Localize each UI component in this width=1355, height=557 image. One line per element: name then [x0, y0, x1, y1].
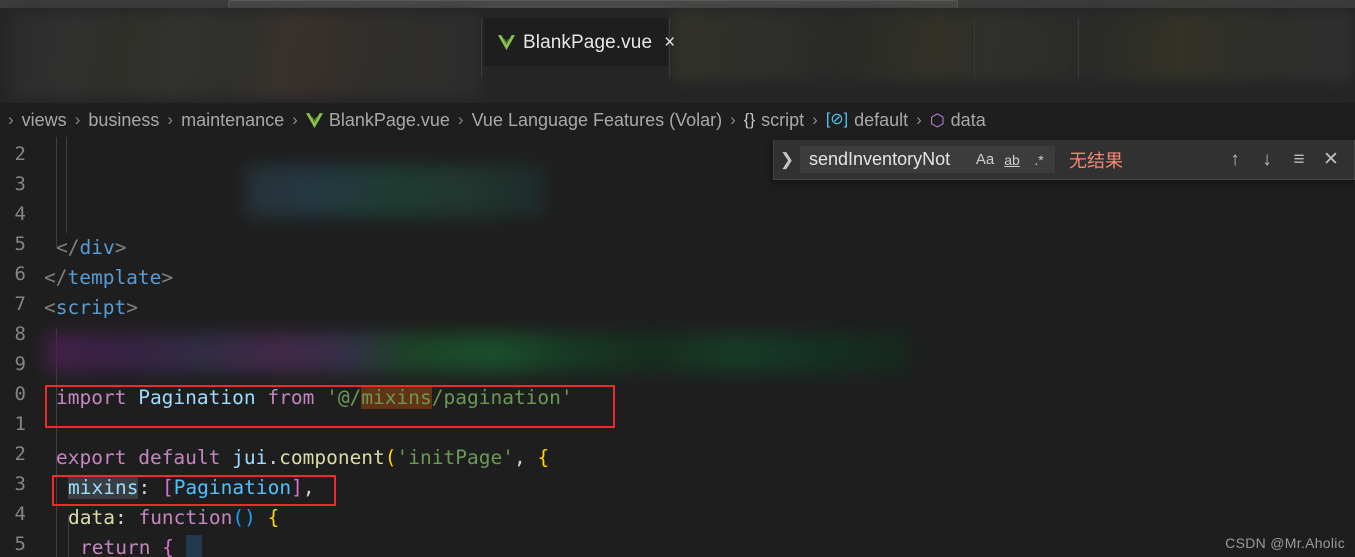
cursor-selection: [186, 535, 202, 557]
tab-divider: [1078, 18, 1079, 78]
search-match-highlight: mixins: [361, 386, 432, 409]
breadcrumb-separator: ›: [292, 110, 298, 129]
tab-divider: [974, 18, 975, 78]
breadcrumb-separator: ›: [812, 110, 818, 129]
breadcrumb-label: maintenance: [181, 109, 285, 130]
code-line-export: export default jui.component('initPage',…: [56, 446, 550, 469]
breadcrumb-item-script[interactable]: {} script: [744, 110, 804, 131]
regex-icon[interactable]: .*: [1028, 149, 1050, 171]
line-number: 2: [14, 443, 26, 465]
breadcrumb-separator: ›: [8, 110, 14, 129]
code-token-div-close: div: [79, 236, 115, 259]
code-editor[interactable]: 2 3 4 5 6 7 8 9 0 1 2 3 4 5 </div> </tem…: [0, 137, 1355, 557]
tab-divider: [481, 18, 482, 78]
line-number: 2: [14, 143, 26, 165]
line-number: 6: [14, 263, 26, 285]
breadcrumb-label: BlankPage.vue: [328, 109, 450, 130]
blurred-inactive-tabs-left[interactable]: [10, 11, 480, 98]
line-number: 5: [14, 533, 26, 555]
code-line-import: import Pagination from '@/mixins/paginat…: [56, 386, 573, 409]
breadcrumb-item-business[interactable]: business: [88, 110, 159, 131]
find-widget[interactable]: ❯ Aa ab .* 无结果 ↑ ↓ ≡ ✕: [773, 140, 1355, 180]
window-title-box: [228, 0, 958, 8]
breadcrumb-item-maintenance[interactable]: maintenance: [181, 110, 284, 131]
breadcrumb-label: default: [854, 109, 909, 130]
symbol-object-icon: [⊘]: [825, 111, 849, 128]
breadcrumb-separator: ›: [167, 110, 174, 129]
tab-blankpage-vue[interactable]: BlankPage.vue ×: [484, 18, 675, 66]
braces-icon: {}: [743, 110, 756, 129]
line-number: 9: [14, 353, 26, 375]
code-line-mixins: mixins: [Pagination],: [68, 476, 315, 499]
breadcrumb-item-volar[interactable]: Vue Language Features (Volar): [472, 110, 723, 131]
selected-token-mixins: mixins: [68, 476, 139, 499]
close-find-widget-icon[interactable]: ✕: [1318, 147, 1344, 173]
line-number: 3: [14, 173, 26, 195]
vue-logo-icon: [305, 112, 323, 128]
blurred-code-line: [246, 165, 546, 217]
toggle-replace-chevron-right-icon[interactable]: ❯: [774, 140, 800, 179]
match-case-icon[interactable]: Aa: [974, 149, 996, 171]
breadcrumb-label: script: [761, 109, 805, 130]
breadcrumb-separator: ›: [74, 110, 81, 129]
line-number: 1: [14, 413, 26, 435]
breadcrumb-label: data: [950, 109, 986, 130]
breadcrumb-separator: ›: [457, 110, 464, 129]
tab-label: BlankPage.vue: [523, 31, 653, 53]
line-number: 8: [14, 323, 26, 345]
breadcrumb: › views › business › maintenance › Blank…: [0, 103, 1355, 137]
breadcrumb-separator: ›: [730, 110, 736, 129]
vscode-window: BlankPage.vue × › views › business › mai…: [0, 0, 1355, 557]
breadcrumb-label: business: [88, 109, 160, 130]
find-in-selection-icon[interactable]: ≡: [1286, 147, 1312, 173]
editor-gutter: 2 3 4 5 6 7 8 9 0 1 2 3 4 5: [0, 137, 44, 557]
code-line-return: return {: [80, 536, 174, 557]
line-number: 5: [14, 233, 26, 255]
find-input-wrapper[interactable]: Aa ab .*: [800, 146, 1055, 173]
find-previous-icon[interactable]: ↑: [1222, 147, 1248, 173]
vue-logo-icon: [498, 35, 515, 50]
line-number: 4: [14, 503, 26, 525]
find-actions: ↑ ↓ ≡ ✕: [1222, 147, 1354, 173]
whole-word-icon[interactable]: ab: [1001, 149, 1023, 171]
breadcrumb-item-views[interactable]: views: [22, 110, 67, 131]
watermark: CSDN @Mr.Aholic: [1225, 535, 1345, 551]
blurred-code-line: [46, 333, 911, 373]
indent-guide: [66, 137, 67, 233]
search-input[interactable]: [809, 149, 969, 170]
breadcrumb-item-blankpage-vue[interactable]: BlankPage.vue: [305, 109, 450, 131]
window-title-strip: [0, 0, 1355, 8]
line-number: 4: [14, 203, 26, 225]
close-icon[interactable]: ×: [664, 33, 675, 52]
breadcrumb-item-data[interactable]: ⬡ data: [930, 110, 986, 131]
breadcrumb-label: Vue Language Features (Volar): [471, 109, 723, 130]
line-number: 0: [14, 383, 26, 405]
code-line-data: data: function() {: [68, 506, 280, 529]
code-line: </template>: [44, 266, 174, 289]
indent-guide: [56, 137, 57, 247]
find-next-icon[interactable]: ↓: [1254, 147, 1280, 173]
editor-tab-bar: BlankPage.vue ×: [0, 8, 1355, 103]
line-number: 7: [14, 293, 26, 315]
symbol-cube-icon: ⬡: [929, 110, 945, 130]
find-result-count: 无结果: [1069, 150, 1123, 172]
code-line: <script>: [44, 296, 138, 319]
breadcrumb-item-default[interactable]: [⊘] default: [826, 110, 908, 131]
line-number: 3: [14, 473, 26, 495]
code-line: </div>: [56, 236, 127, 259]
breadcrumb-separator: ›: [916, 110, 922, 129]
breadcrumb-label: views: [21, 109, 67, 130]
blurred-inactive-tabs-right[interactable]: [672, 11, 1352, 81]
